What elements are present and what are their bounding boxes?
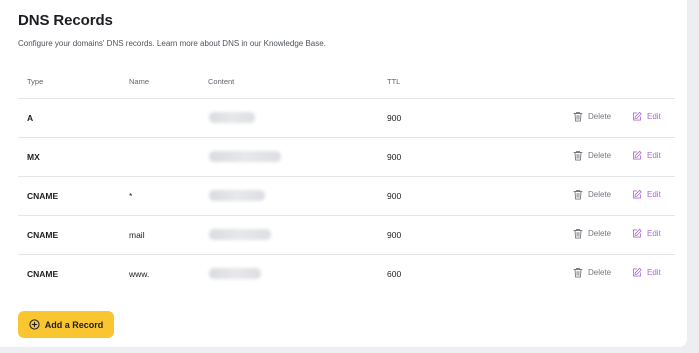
delete-label: Delete [588, 229, 612, 238]
record-type: A [27, 113, 34, 123]
table-row: A 900 Delete Edit [18, 99, 675, 138]
trash-icon [573, 189, 583, 200]
trash-icon [573, 267, 583, 278]
edit-button[interactable]: Edit [632, 111, 661, 122]
record-type: CNAME [27, 230, 59, 240]
record-ttl: 900 [387, 191, 402, 201]
delete-button[interactable]: Delete [573, 189, 611, 200]
column-header-ttl: TTL [387, 77, 401, 86]
record-type: CNAME [27, 191, 59, 201]
delete-button[interactable]: Delete [573, 111, 611, 122]
delete-button[interactable]: Delete [573, 267, 611, 278]
delete-label: Delete [588, 151, 612, 160]
record-ttl: 600 [387, 269, 402, 279]
page-subtitle: Configure your domains' DNS records. Lea… [18, 39, 326, 48]
delete-button[interactable]: Delete [573, 228, 611, 239]
edit-icon [632, 267, 642, 278]
dns-records-card: DNS Records Configure your domains' DNS … [0, 0, 687, 347]
record-type: CNAME [27, 269, 59, 279]
edit-label: Edit [647, 190, 661, 199]
edit-label: Edit [647, 112, 661, 121]
record-name: www. [129, 269, 150, 279]
edit-button[interactable]: Edit [632, 150, 661, 161]
edit-icon [632, 189, 642, 200]
record-content-redacted [209, 151, 281, 162]
table-row: CNAME mail 900 Delete Edit [18, 216, 675, 255]
record-content-redacted [209, 268, 261, 279]
record-ttl: 900 [387, 113, 402, 123]
record-ttl: 900 [387, 230, 402, 240]
delete-label: Delete [588, 112, 612, 121]
record-content-redacted [209, 190, 265, 201]
trash-icon [573, 150, 583, 161]
record-ttl: 900 [387, 152, 402, 162]
table-row: MX 900 Delete Edit [18, 138, 675, 177]
delete-label: Delete [588, 268, 612, 277]
table-header: Type Name Content TTL [18, 62, 675, 99]
table-row: CNAME www. 600 Delete Edit [18, 255, 675, 293]
trash-icon [573, 228, 583, 239]
column-header-type: Type [27, 77, 44, 86]
dns-records-table: Type Name Content TTL A 900 Delete Edit MX 90… [18, 62, 675, 293]
edit-label: Edit [647, 151, 661, 160]
record-content-redacted [209, 229, 271, 240]
edit-button[interactable]: Edit [632, 228, 661, 239]
edit-label: Edit [647, 268, 661, 277]
page-title: DNS Records [18, 12, 113, 29]
add-record-button[interactable]: Add a Record [18, 311, 114, 338]
table-body: A 900 Delete Edit MX 900 Delete Edit CNAME * 900 De… [18, 99, 675, 293]
record-content-redacted [209, 112, 255, 123]
edit-icon [632, 111, 642, 122]
edit-button[interactable]: Edit [632, 267, 661, 278]
edit-icon [632, 228, 642, 239]
delete-label: Delete [588, 190, 612, 199]
column-header-name: Name [129, 77, 150, 86]
record-name: mail [129, 230, 145, 240]
table-row: CNAME * 900 Delete Edit [18, 177, 675, 216]
edit-button[interactable]: Edit [632, 189, 661, 200]
plus-circle-icon [29, 319, 40, 330]
column-header-content: Content [208, 77, 235, 86]
delete-button[interactable]: Delete [573, 150, 611, 161]
trash-icon [573, 111, 583, 122]
record-type: MX [27, 152, 40, 162]
edit-label: Edit [647, 229, 661, 238]
add-record-label: Add a Record [44, 319, 104, 330]
edit-icon [632, 150, 642, 161]
record-name: * [129, 191, 133, 201]
